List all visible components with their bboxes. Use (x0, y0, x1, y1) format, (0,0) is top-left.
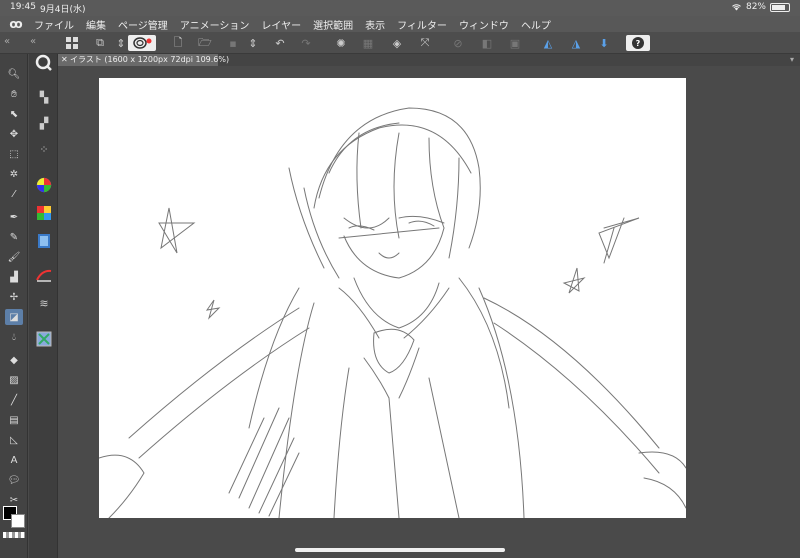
decoration-icon[interactable]: ✢ (5, 289, 23, 305)
menu-window[interactable]: ウィンドウ (453, 17, 515, 32)
collapse-left-icon[interactable]: « (4, 36, 10, 47)
wifi-icon (732, 4, 741, 11)
pencil-icon[interactable]: ✎ (5, 229, 23, 245)
new-file-icon[interactable]: 🗋 (170, 35, 186, 51)
deselect-icon[interactable]: ⊘ (450, 35, 466, 51)
collapse-sub-icon[interactable]: « (30, 36, 36, 47)
document-tab-title: イラスト (1600 x 1200px 72dpi 109.6%) (70, 55, 230, 64)
menu-layer[interactable]: レイヤー (255, 17, 307, 32)
menu-view[interactable]: 表示 (359, 17, 391, 32)
brush-icon[interactable]: 🖌︎ (5, 249, 23, 265)
clip-studio-logo-icon[interactable]: ꝏ (4, 17, 28, 31)
brush-size-icon[interactable]: ⁘ (34, 140, 54, 158)
save-icon[interactable]: ▪ (225, 35, 241, 51)
pen-icon[interactable]: ✒ (5, 209, 23, 225)
command-bar: « « ⧉ ⇕ 🗋 🗁 ▪ ⇕ ↶ ↷ ✺ ▦ ◈ ⤧ ⊘ ◧ ▣ ◭ ◮ ⬇ … (0, 32, 800, 54)
sub-color-swatch[interactable] (11, 514, 25, 528)
sub-tool-icon[interactable]: ▚ (34, 88, 54, 106)
transparent-color-swatch[interactable] (3, 532, 25, 538)
selection-icon[interactable]: ⬚ (5, 146, 23, 162)
companion-mode-icon[interactable] (128, 35, 156, 51)
help-button[interactable]: ? (626, 35, 650, 51)
tab-close-icon[interactable]: ✕ (61, 54, 68, 66)
figure-icon[interactable]: ╱ (5, 392, 23, 408)
text-icon[interactable]: A (5, 452, 23, 468)
menu-selection[interactable]: 選択範囲 (307, 17, 359, 32)
layer-property-icon[interactable] (34, 266, 54, 284)
ruler-snap-icon[interactable]: ◭ (540, 35, 556, 51)
menu-file[interactable]: ファイル (28, 17, 80, 32)
updown-icon[interactable]: ⇕ (113, 35, 129, 51)
tool-palette: 🔍︎ ✋︎ ⬉ ✥ ⬚ ✲ ⁄ ✒ ✎ 🖌︎ ▟ ✢ ◪ 💧︎ ◆ ▨ ╱ ▤ … (0, 54, 28, 558)
tab-menu-icon[interactable]: ▾ (790, 55, 794, 64)
menu-page[interactable]: ページ管理 (112, 17, 174, 32)
menu-help[interactable]: ヘルプ (515, 17, 557, 32)
battery-icon (770, 2, 790, 12)
auto-select-icon[interactable]: ✲ (5, 166, 23, 182)
transform-icon[interactable]: ⤧ (417, 35, 433, 51)
drawing-canvas[interactable] (99, 78, 686, 518)
battery-percent: 82% (745, 2, 766, 12)
airbrush-icon[interactable]: ▟ (5, 269, 23, 285)
tool-property-icon[interactable]: ▞ (34, 114, 54, 132)
menu-filter[interactable]: フィルター (391, 17, 453, 32)
menu-animation[interactable]: アニメーション (174, 17, 256, 32)
redo-icon[interactable]: ↷ (298, 35, 314, 51)
frame-border-icon[interactable]: ▤ (5, 412, 23, 428)
operation-icon[interactable]: ⬉ (5, 106, 23, 122)
document-tab[interactable]: ✕ イラスト (1600 x 1200px 72dpi 109.6%) (58, 54, 229, 66)
menu-bar: ꝏ ファイル 編集 ページ管理 アニメーション レイヤー 選択範囲 表示 フィル… (0, 16, 800, 32)
layer-icon[interactable]: ≋ (34, 294, 54, 312)
move-layer-icon[interactable]: ✥ (5, 126, 23, 142)
help-label: ? (632, 37, 644, 49)
navigator-icon[interactable]: ⧉ (92, 35, 108, 51)
open-file-icon[interactable]: 🗁 (197, 35, 213, 51)
color-wheel-icon[interactable] (34, 176, 54, 194)
gradient-icon[interactable]: ▨ (5, 372, 23, 388)
show-selection-icon[interactable]: ▣ (507, 35, 523, 51)
search-icon[interactable] (34, 54, 54, 72)
invert-selection-icon[interactable]: ◧ (479, 35, 495, 51)
menu-edit[interactable]: 編集 (80, 17, 112, 32)
status-date: 9月4日(水) (40, 5, 86, 15)
document-tab-bar: ✕ イラスト (1600 x 1200px 72dpi 109.6%) ▾ (58, 54, 800, 66)
sketch-illustration (99, 107, 686, 518)
layout-grid-icon[interactable] (64, 35, 80, 51)
clear-icon[interactable]: ✺ (333, 35, 349, 51)
eraser-icon[interactable]: ◪ (5, 309, 23, 325)
blend-icon[interactable]: 💧︎ (5, 329, 23, 345)
updown2-icon[interactable]: ⇕ (245, 35, 261, 51)
navigator-panel-icon[interactable] (34, 330, 54, 348)
hand-icon[interactable]: ✋︎ (5, 86, 23, 102)
fill-icon[interactable]: ◈ (389, 35, 405, 51)
sub-palette-bar: ▚ ▞ ⁘ ≋ (29, 54, 58, 558)
ruler-icon[interactable]: ◺ (5, 432, 23, 448)
material-icon[interactable] (34, 232, 54, 250)
home-indicator (295, 548, 505, 552)
status-bar: 19:45 9月4日(水) 82% (0, 0, 800, 16)
grid-snap-icon[interactable]: ⬇ (596, 35, 612, 51)
fill-tool-icon[interactable]: ◆ (5, 352, 23, 368)
special-ruler-snap-icon[interactable]: ◮ (568, 35, 584, 51)
clear-outside-icon[interactable]: ▦ (360, 35, 376, 51)
status-right: 82% (731, 2, 790, 12)
zoom-icon[interactable]: 🔍︎ (5, 66, 23, 82)
balloon-icon[interactable]: 💬︎ (5, 472, 23, 488)
undo-icon[interactable]: ↶ (272, 35, 288, 51)
status-time: 19:45 (10, 2, 36, 12)
eyedropper-icon[interactable]: ⁄ (5, 186, 23, 202)
color-set-icon[interactable] (34, 204, 54, 222)
